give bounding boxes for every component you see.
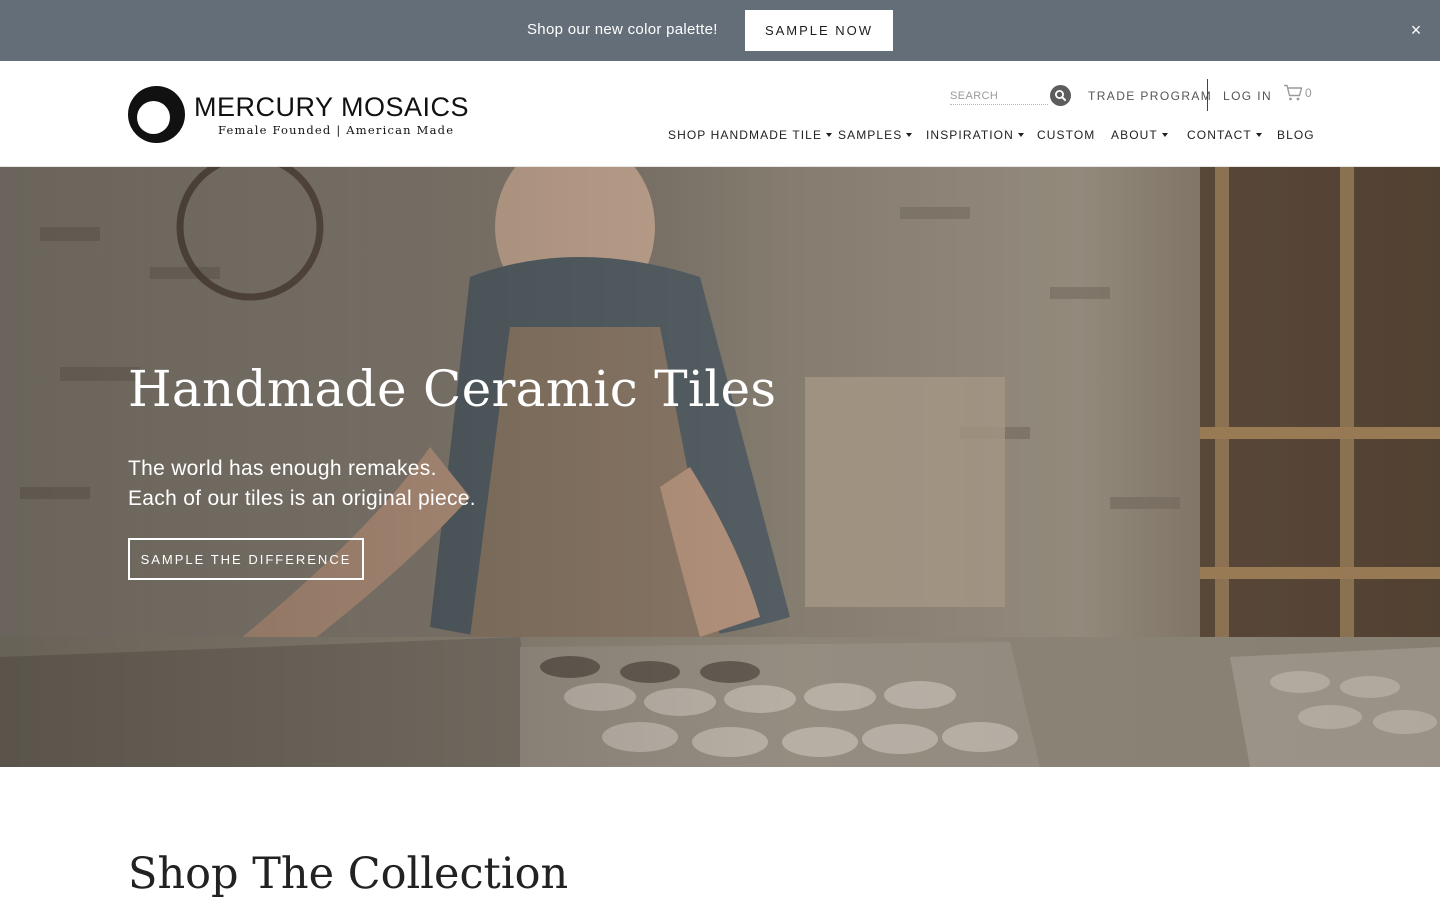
search-bar	[950, 85, 1072, 107]
caret-down-icon	[826, 133, 833, 137]
search-icon[interactable]	[1050, 85, 1071, 106]
nav-shop-handmade-tile[interactable]: SHOP HANDMADE TILE	[668, 128, 833, 142]
trade-program-link[interactable]: TRADE PROGRAM	[1088, 89, 1212, 103]
logo-name: MERCURY MOSAICS	[194, 92, 470, 122]
nav-label: SHOP HANDMADE TILE	[668, 128, 823, 142]
search-input[interactable]	[950, 87, 1048, 105]
nav-label: CONTACT	[1187, 128, 1252, 142]
nav-label: BLOG	[1277, 128, 1315, 142]
cart-count: 0	[1305, 86, 1312, 100]
logo-mark-icon	[128, 86, 185, 143]
announcement-bar: Shop our new color palette! SAMPLE NOW ×	[0, 0, 1440, 61]
site-header: MERCURY MOSAICS Female Founded | America…	[0, 61, 1440, 167]
logo-tagline: Female Founded | American Made	[218, 123, 455, 137]
nav-custom[interactable]: CUSTOM	[1037, 128, 1095, 142]
nav-label: SAMPLES	[838, 128, 903, 142]
nav-label: ABOUT	[1111, 128, 1158, 142]
header-divider	[1207, 79, 1208, 111]
nav-blog[interactable]: BLOG	[1277, 128, 1315, 142]
hero-title: Handmade Ceramic Tiles	[128, 360, 777, 418]
nav-label: INSPIRATION	[926, 128, 1014, 142]
caret-down-icon	[1161, 133, 1168, 137]
hero-subtitle-line-2: Each of our tiles is an original piece.	[128, 487, 476, 510]
nav-inspiration[interactable]: INSPIRATION	[926, 128, 1024, 142]
nav-samples[interactable]: SAMPLES	[838, 128, 913, 142]
nav-label: CUSTOM	[1037, 128, 1096, 142]
cart-icon	[1284, 84, 1303, 101]
nav-contact[interactable]: CONTACT	[1187, 128, 1262, 142]
logo[interactable]: MERCURY MOSAICS Female Founded | America…	[128, 86, 473, 144]
nav-about[interactable]: ABOUT	[1111, 128, 1168, 142]
log-in-link[interactable]: LOG IN	[1223, 89, 1272, 103]
collection-section-title: Shop The Collection	[128, 849, 569, 899]
cart-button[interactable]: 0	[1283, 84, 1315, 104]
caret-down-icon	[1255, 133, 1262, 137]
caret-down-icon	[1017, 133, 1024, 137]
close-icon[interactable]: ×	[1406, 20, 1426, 40]
hero-subtitle-line-1: The world has enough remakes.	[128, 457, 437, 480]
sample-now-button[interactable]: SAMPLE NOW	[745, 10, 893, 51]
caret-down-icon	[906, 133, 913, 137]
hero-banner: Handmade Ceramic Tiles The world has eno…	[0, 167, 1440, 767]
announcement-text: Shop our new color palette!	[527, 21, 718, 38]
sample-the-difference-button[interactable]: SAMPLE THE DIFFERENCE	[128, 538, 364, 580]
